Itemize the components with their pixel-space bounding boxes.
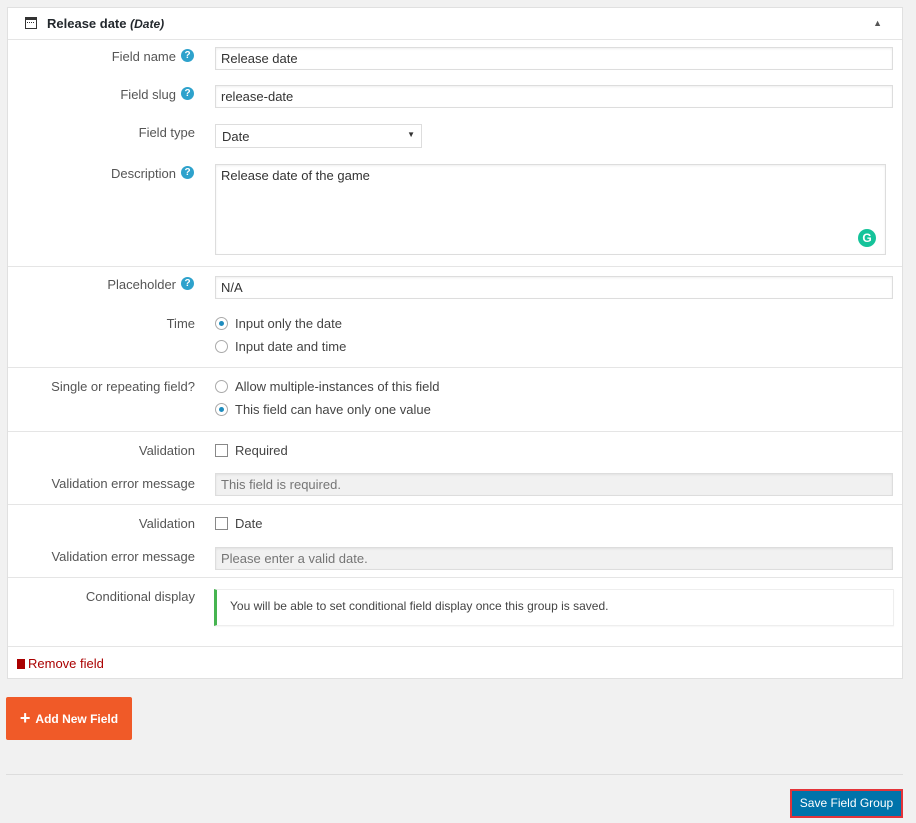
- add-new-field-button[interactable]: + Add New Field: [6, 697, 132, 740]
- date-checkbox-option[interactable]: Date: [215, 516, 262, 531]
- placeholder-label: Placeholder: [107, 277, 176, 292]
- repeating-option-single[interactable]: This field can have only one value: [215, 402, 431, 417]
- option-label: Input only the date: [235, 316, 342, 331]
- date-error-input: [215, 547, 893, 570]
- placeholder-input[interactable]: [215, 276, 893, 299]
- conditional-notice: You will be able to set conditional fiel…: [214, 589, 894, 626]
- divider: [8, 431, 902, 432]
- validation-error-label: Validation error message: [51, 476, 195, 491]
- conditional-display-label: Conditional display: [85, 589, 195, 604]
- help-icon[interactable]: ?: [181, 277, 194, 290]
- option-label: Date: [235, 516, 263, 531]
- time-option-date-only[interactable]: Input only the date: [215, 316, 342, 331]
- calendar-icon: [25, 17, 37, 29]
- time-label: Time: [166, 316, 195, 331]
- help-icon[interactable]: ?: [181, 166, 194, 179]
- required-error-input: [215, 473, 893, 496]
- help-icon[interactable]: ?: [181, 87, 194, 100]
- save-field-group-button[interactable]: Save Field Group: [790, 789, 903, 818]
- field-name-label: Field name: [111, 49, 176, 64]
- time-option-date-time[interactable]: Input date and time: [215, 339, 346, 354]
- field-slug-input[interactable]: [215, 85, 893, 108]
- option-label: This field can have only one value: [235, 402, 431, 417]
- repeating-label: Single or repeating field?: [51, 379, 195, 394]
- field-type-value: Date: [222, 129, 250, 144]
- trash-icon: [17, 658, 25, 669]
- divider: [8, 646, 902, 647]
- field-slug-label: Field slug: [120, 87, 176, 102]
- radio-button[interactable]: [215, 380, 228, 393]
- validation-label: Validation: [138, 516, 195, 531]
- grammarly-icon[interactable]: G: [858, 229, 876, 247]
- option-label: Required: [235, 443, 288, 458]
- description-textarea[interactable]: Release date of the game: [215, 164, 886, 255]
- repeating-option-multiple[interactable]: Allow multiple-instances of this field: [215, 379, 439, 394]
- add-new-field-label: Add New Field: [35, 711, 119, 726]
- radio-button[interactable]: [215, 340, 228, 353]
- divider: [8, 504, 902, 505]
- collapse-caret-icon[interactable]: ▲: [873, 18, 882, 28]
- dropdown-arrow-icon: ▼: [407, 130, 415, 139]
- divider: [6, 774, 903, 775]
- help-icon[interactable]: ?: [181, 49, 194, 62]
- radio-button[interactable]: [215, 403, 228, 416]
- field-type-select[interactable]: Date ▼: [215, 124, 422, 148]
- checkbox[interactable]: [215, 444, 228, 457]
- divider: [8, 367, 902, 368]
- divider: [8, 577, 902, 578]
- field-title: Release date (Date): [47, 16, 165, 31]
- field-panel: Release date (Date) ▲ Field name ? Field…: [7, 7, 903, 679]
- option-label: Input date and time: [235, 339, 347, 354]
- description-label: Description: [110, 166, 176, 181]
- validation-error-label: Validation error message: [51, 549, 195, 564]
- checkbox[interactable]: [215, 517, 228, 530]
- field-name-input[interactable]: [215, 47, 893, 70]
- remove-field-link[interactable]: Remove field: [17, 656, 104, 671]
- validation-label: Validation: [138, 443, 195, 458]
- radio-button[interactable]: [215, 317, 228, 330]
- remove-field-label: Remove field: [28, 656, 104, 671]
- plus-icon: +: [19, 708, 31, 728]
- divider: [8, 266, 902, 267]
- field-type-label: Field type: [138, 125, 195, 140]
- field-panel-header[interactable]: Release date (Date) ▲: [8, 8, 902, 40]
- option-label: Allow multiple-instances of this field: [235, 379, 440, 394]
- required-checkbox-option[interactable]: Required: [215, 443, 288, 458]
